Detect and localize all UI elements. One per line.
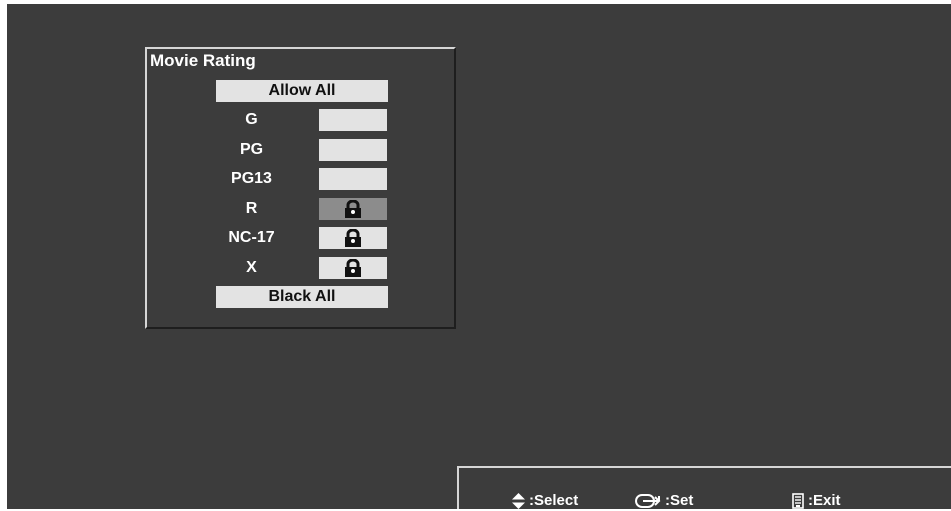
rating-toggle-g[interactable] [319,109,387,131]
rating-label-g: G [245,111,258,128]
enter-icon [635,494,661,508]
rating-label-r: R [245,200,258,217]
exit-hint-label: :Exit [808,492,841,509]
select-hint-label: :Select [529,492,579,509]
rating-toggle-pg13[interactable] [319,168,387,190]
rating-label-pg: PG [239,141,264,158]
rating-toggle-x[interactable] [319,257,387,279]
set-hint-label: :Set [665,492,694,509]
block-all-button[interactable]: Black All [216,286,388,308]
select-hint: :Select [512,491,578,511]
up-down-arrows-icon [512,493,525,509]
tv-screen: Movie Rating Allow All G PG PG13 R NC-17… [7,4,951,509]
lock-icon [345,229,361,247]
help-bar: :Select :Set :Exit [457,466,951,509]
rating-label-nc17: NC-17 [228,229,275,246]
lock-icon [345,200,361,218]
rating-label-pg13: PG13 [231,170,272,187]
rating-toggle-r[interactable] [319,198,387,220]
rating-toggle-nc17[interactable] [319,227,387,249]
set-hint: :Set [635,491,693,511]
remote-exit-icon [792,493,804,509]
rating-toggle-pg[interactable] [319,139,387,161]
rating-label-x: X [246,259,257,276]
exit-hint: :Exit [792,491,841,511]
movie-rating-panel: Movie Rating Allow All G PG PG13 R NC-17… [145,47,456,329]
lock-icon [345,259,361,277]
panel-title: Movie Rating [150,51,256,70]
allow-all-button[interactable]: Allow All [216,80,388,102]
